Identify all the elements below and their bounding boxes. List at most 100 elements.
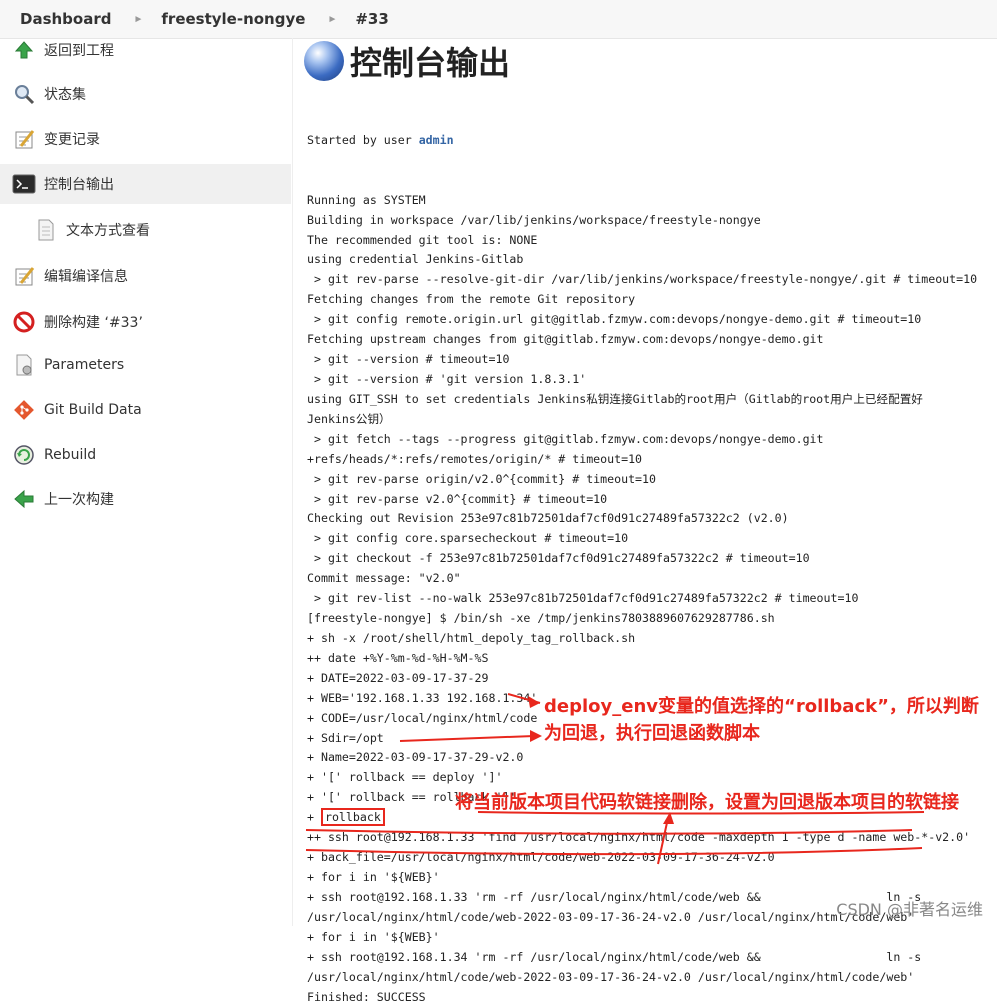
console-line-text: > git rev-parse origin/v2.0^{commit} # t… bbox=[307, 471, 657, 486]
console-line: Started by user admin bbox=[307, 131, 997, 151]
console-line-text: > git checkout -f 253e97c81b72501daf7cf0… bbox=[307, 551, 810, 566]
console-line: + for i in '${WEB}' bbox=[307, 928, 997, 948]
console-line: Fetching upstream changes from git@gitla… bbox=[307, 330, 997, 350]
console-line-text: > git --version # 'git version 1.8.3.1' bbox=[307, 371, 587, 386]
console-line: Building in workspace /var/lib/jenkins/w… bbox=[307, 211, 997, 231]
console-line-text: The recommended git tool is: NONE bbox=[307, 232, 538, 247]
console-line: + Name=2022-03-09-17-37-29-v2.0 bbox=[307, 748, 997, 768]
console-line-text: > git config core.sparsecheckout # timeo… bbox=[307, 531, 629, 546]
console-line-text: + bbox=[307, 810, 321, 825]
console-line-text: + for i in '${WEB}' bbox=[307, 870, 440, 885]
console-line-text: /usr/local/nginx/html/code/web-2022-03-0… bbox=[307, 909, 915, 924]
breadcrumb-dashboard[interactable]: Dashboard bbox=[20, 10, 111, 28]
console-line: > git checkout -f 253e97c81b72501daf7cf0… bbox=[307, 549, 997, 569]
sidebar-item-status[interactable]: 状态集 bbox=[0, 74, 86, 114]
sidebar-item-label: 变更记录 bbox=[44, 132, 100, 148]
sidebar: 返回到工程 状态集 变更记录 控制台输出 文本方式查看 编辑编译信息 删除构建 … bbox=[0, 38, 293, 926]
console-line-text: Finished: SUCCESS bbox=[307, 989, 426, 1004]
console-line-text: > git config remote.origin.url git@gitla… bbox=[307, 312, 922, 327]
page-title: 控制台输出 bbox=[304, 38, 510, 84]
user-link-admin[interactable]: admin bbox=[419, 133, 454, 147]
console-line-text: + WEB='192.168.1.33 192.168.1.34' bbox=[307, 690, 538, 705]
sidebar-item-parameters[interactable]: Parameters bbox=[0, 345, 124, 385]
console-line: + DATE=2022-03-09-17-37-29 bbox=[307, 669, 997, 689]
console-output: Started by user admin Running as SYSTEM B… bbox=[307, 91, 997, 1007]
console-line: + WEB='192.168.1.33 192.168.1.34' bbox=[307, 689, 997, 709]
console-line: > git rev-parse origin/v2.0^{commit} # t… bbox=[307, 470, 997, 490]
sidebar-item-view-as-text[interactable]: 文本方式查看 bbox=[0, 210, 150, 250]
console-line: > git rev-parse --resolve-git-dir /var/l… bbox=[307, 270, 997, 290]
magnifier-icon bbox=[12, 82, 36, 106]
console-line: Jenkins公钥） bbox=[307, 410, 997, 430]
console-line: > git config core.sparsecheckout # timeo… bbox=[307, 529, 997, 549]
sidebar-item-label: 编辑编译信息 bbox=[44, 269, 128, 285]
console-line: using credential Jenkins-Gitlab bbox=[307, 250, 997, 270]
sidebar-item-label: Parameters bbox=[44, 357, 125, 373]
sidebar-item-label: 删除构建 ‘#33’ bbox=[44, 315, 143, 331]
console-line-text: + '[' rollback == deploy ']' bbox=[307, 770, 503, 785]
console-line: + sh -x /root/shell/html_depoly_tag_roll… bbox=[307, 629, 997, 649]
sidebar-item-git-build-data[interactable]: Git Build Data bbox=[0, 390, 142, 430]
console-line-text: [freestyle-nongye] $ /bin/sh -xe /tmp/je… bbox=[307, 611, 775, 626]
no-entry-icon bbox=[12, 310, 36, 334]
sidebar-item-delete-build[interactable]: 删除构建 ‘#33’ bbox=[0, 302, 143, 342]
sidebar-item-console-output[interactable]: 控制台输出 bbox=[0, 164, 291, 204]
console-line-text: using credential Jenkins-Gitlab bbox=[307, 252, 524, 267]
console-line: + ssh root@192.168.1.34 'rm -rf /usr/loc… bbox=[307, 948, 997, 968]
console-line-text: > git --version # timeout=10 bbox=[307, 352, 510, 367]
sidebar-item-label: 控制台输出 bbox=[44, 177, 114, 193]
sidebar-item-rebuild[interactable]: Rebuild bbox=[0, 435, 96, 475]
sidebar-item-previous-build[interactable]: 上一次构建 bbox=[0, 479, 114, 519]
console-line-text: + Sdir=/opt bbox=[307, 730, 384, 745]
console-line-text: + sh -x /root/shell/html_depoly_tag_roll… bbox=[307, 630, 636, 645]
console-line-text: Building in workspace /var/lib/jenkins/w… bbox=[307, 212, 761, 227]
rollback-highlight: rollback bbox=[320, 808, 385, 827]
console-line-text: + Name=2022-03-09-17-37-29-v2.0 bbox=[307, 750, 524, 765]
console-line-text: using GIT_SSH to set credentials Jenkins… bbox=[307, 391, 923, 406]
console-line-text: > git fetch --tags --progress git@gitlab… bbox=[307, 431, 824, 446]
console-line-text: ++ date +%Y-%m-%d-%H-%M-%S bbox=[307, 650, 489, 665]
git-icon bbox=[12, 398, 36, 422]
notepad-icon bbox=[12, 264, 36, 288]
console-line: + rollback bbox=[307, 808, 997, 828]
console-line-text: > git rev-parse v2.0^{commit} # timeout=… bbox=[307, 491, 608, 506]
up-arrow-icon bbox=[12, 38, 36, 62]
sidebar-item-back-to-project[interactable]: 返回到工程 bbox=[0, 30, 114, 70]
console-line: /usr/local/nginx/html/code/web-2022-03-0… bbox=[307, 968, 997, 988]
console-line: Finished: SUCCESS bbox=[307, 988, 997, 1007]
console-line-text: > git rev-list --no-walk 253e97c81b72501… bbox=[307, 591, 859, 606]
console-line: > git --version # timeout=10 bbox=[307, 350, 997, 370]
rebuild-icon bbox=[12, 443, 36, 467]
main-content: 控制台输出 Started by user admin Running as S… bbox=[292, 38, 997, 1004]
console-line-text: + ssh root@192.168.1.34 'rm -rf /usr/loc… bbox=[307, 949, 922, 964]
console-line-text: + for i in '${WEB}' bbox=[307, 929, 440, 944]
console-line: Fetching changes from the remote Git rep… bbox=[307, 290, 997, 310]
sidebar-item-label: Git Build Data bbox=[44, 402, 142, 418]
breadcrumb-build[interactable]: #33 bbox=[355, 10, 388, 28]
console-line-text: + ssh root@192.168.1.33 'rm -rf /usr/loc… bbox=[307, 889, 922, 904]
console-line: Checking out Revision 253e97c81b72501daf… bbox=[307, 509, 997, 529]
console-line-text: ++ ssh root@192.168.1.33 'find /usr/loca… bbox=[307, 830, 971, 845]
sidebar-item-label: Rebuild bbox=[44, 447, 97, 463]
console-line-text: Fetching upstream changes from git@gitla… bbox=[307, 332, 824, 347]
console-line-text: Commit message: "v2.0" bbox=[307, 571, 461, 586]
console-line: Commit message: "v2.0" bbox=[307, 569, 997, 589]
sidebar-item-label: 文本方式查看 bbox=[66, 223, 150, 239]
console-line: > git config remote.origin.url git@gitla… bbox=[307, 310, 997, 330]
parameters-icon bbox=[12, 353, 36, 377]
console-line: + for i in '${WEB}' bbox=[307, 868, 997, 888]
console-line: using GIT_SSH to set credentials Jenkins… bbox=[307, 390, 997, 410]
sidebar-item-label: 上一次构建 bbox=[44, 492, 114, 508]
sidebar-item-label: 返回到工程 bbox=[44, 43, 114, 59]
console-line-text: + '[' rollback == rollback ']' bbox=[307, 790, 517, 805]
breadcrumb-project[interactable]: freestyle-nongye bbox=[161, 10, 305, 28]
chevron-right-icon: ► bbox=[133, 13, 144, 25]
console-line-text: Fetching changes from the remote Git rep… bbox=[307, 292, 636, 307]
sidebar-item-edit-build-info[interactable]: 编辑编译信息 bbox=[0, 256, 128, 296]
chevron-right-icon: ► bbox=[327, 13, 338, 25]
sidebar-item-changes[interactable]: 变更记录 bbox=[0, 119, 100, 159]
left-arrow-icon bbox=[12, 487, 36, 511]
console-line: > git fetch --tags --progress git@gitlab… bbox=[307, 430, 997, 450]
notepad-icon bbox=[12, 127, 36, 151]
console-line: ++ date +%Y-%m-%d-%H-%M-%S bbox=[307, 649, 997, 669]
